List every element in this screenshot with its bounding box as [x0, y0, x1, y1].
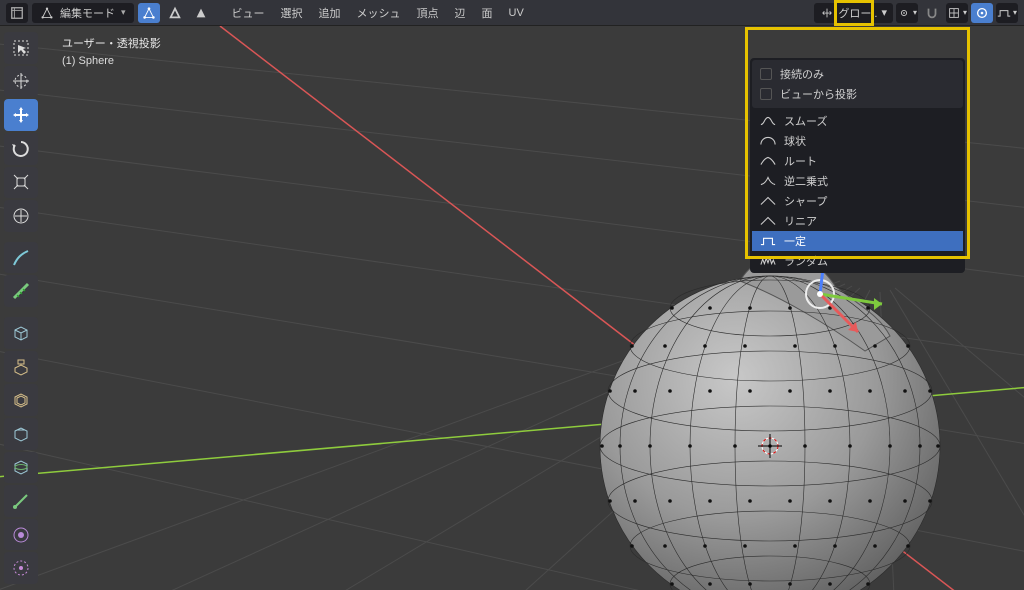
checkbox-label: ビューから投影	[780, 86, 857, 102]
chevron-down-icon: ▾	[963, 8, 967, 17]
viewport-header: 編集モード ▾ ビュー 選択 追加 メッシュ 頂点 辺 面 UV グロー.. ▾…	[0, 0, 1024, 26]
falloff-item-label: 逆二乗式	[784, 173, 828, 189]
menu-view[interactable]: ビュー	[226, 3, 271, 23]
falloff-project-from-view[interactable]: ビューから投影	[752, 84, 963, 104]
select-mode-vertex[interactable]	[138, 3, 160, 23]
falloff-item-label: ランダム	[784, 253, 828, 269]
mode-label: 編集モード	[60, 5, 115, 21]
falloff-item-label: リニア	[784, 213, 817, 229]
falloff-item-label: シャープ	[784, 193, 827, 209]
falloff-item-label: スムーズ	[784, 113, 827, 129]
tool-measure[interactable]	[4, 275, 38, 307]
falloff-item-label: 球状	[784, 133, 806, 149]
tool-bevel[interactable]	[4, 418, 38, 450]
linear-curve-icon	[760, 215, 776, 227]
menu-vertex[interactable]: 頂点	[411, 3, 445, 23]
falloff-item-constant[interactable]: 一定	[752, 231, 963, 251]
viewport-info: ユーザー・透視投影 (1) Sphere	[62, 36, 161, 69]
falloff-item-sphere[interactable]: 球状	[752, 131, 963, 151]
sharp-curve-icon	[760, 195, 776, 207]
chevron-down-icon: ▾	[913, 8, 917, 17]
checkbox-label: 接続のみ	[780, 66, 824, 82]
tool-inset[interactable]	[4, 384, 38, 416]
falloff-item-sharp[interactable]: シャープ	[752, 191, 963, 211]
invsq-curve-icon	[760, 175, 776, 187]
menu-select[interactable]: 選択	[275, 3, 309, 23]
menu-uv[interactable]: UV	[503, 3, 530, 23]
chevron-down-icon: ▾	[881, 6, 887, 19]
tool-spin[interactable]	[4, 552, 38, 584]
proportional-falloff-panel: 接続のみ ビューから投影 スムーズ球状ルート逆二乗式シャープリニア一定ランダム	[750, 58, 965, 273]
checkbox-icon	[760, 68, 772, 80]
transform-orientation-dropdown[interactable]: グロー.. ▾	[814, 3, 893, 23]
falloff-item-root[interactable]: ルート	[752, 151, 963, 171]
tool-poly-build[interactable]	[4, 519, 38, 551]
tool-extrude[interactable]	[4, 351, 38, 383]
falloff-connected-only[interactable]: 接続のみ	[752, 64, 963, 84]
transform-orientation-label: グロー..	[838, 5, 877, 21]
select-mode-face[interactable]	[190, 3, 212, 23]
snap-dropdown[interactable]: ▾	[946, 3, 968, 23]
tool-rotate[interactable]	[4, 133, 38, 165]
falloff-item-label: ルート	[784, 153, 817, 169]
tool-add-cube[interactable]	[4, 317, 38, 349]
active-object-label: (1) Sphere	[62, 53, 161, 70]
menu-edge[interactable]: 辺	[449, 3, 472, 23]
menu-add[interactable]: 追加	[313, 3, 347, 23]
falloff-item-label: 一定	[784, 233, 806, 249]
mode-select[interactable]: 編集モード ▾	[32, 3, 134, 23]
falloff-item-linear[interactable]: リニア	[752, 211, 963, 231]
tool-loop-cut[interactable]	[4, 452, 38, 484]
menu-mesh[interactable]: メッシュ	[351, 3, 407, 23]
proportional-edit-toggle[interactable]	[971, 3, 993, 23]
projection-label: ユーザー・透視投影	[62, 36, 161, 53]
snap-toggle[interactable]	[921, 3, 943, 23]
tool-scale[interactable]	[4, 167, 38, 199]
falloff-item-random[interactable]: ランダム	[752, 251, 963, 271]
tool-select-box[interactable]	[4, 32, 38, 64]
tool-transform[interactable]	[4, 200, 38, 232]
pivot-point-dropdown[interactable]: ▾	[896, 3, 918, 23]
checkbox-icon	[760, 88, 772, 100]
tool-annotate[interactable]	[4, 242, 38, 274]
smooth-curve-icon	[760, 115, 776, 127]
chevron-down-icon: ▾	[1013, 8, 1017, 17]
select-mode-edge[interactable]	[164, 3, 186, 23]
viewport[interactable]: ユーザー・透視投影 (1) Sphere 接続のみ ビューから投影 スムーズ球状…	[0, 26, 1024, 590]
chevron-down-icon: ▾	[121, 7, 126, 18]
root-curve-icon	[760, 155, 776, 167]
sphere-curve-icon	[760, 135, 776, 147]
tool-knife[interactable]	[4, 485, 38, 517]
menu-face[interactable]: 面	[476, 3, 499, 23]
falloff-item-smooth[interactable]: スムーズ	[752, 111, 963, 131]
editor-type-dropdown[interactable]	[6, 3, 28, 23]
tool-move[interactable]	[4, 99, 38, 131]
falloff-item-invsq[interactable]: 逆二乗式	[752, 171, 963, 191]
proportional-falloff-dropdown[interactable]: ▾	[996, 3, 1018, 23]
random-curve-icon	[760, 255, 776, 267]
constant-curve-icon	[760, 235, 776, 247]
tool-cursor[interactable]	[4, 66, 38, 98]
tool-shelf	[0, 26, 42, 590]
